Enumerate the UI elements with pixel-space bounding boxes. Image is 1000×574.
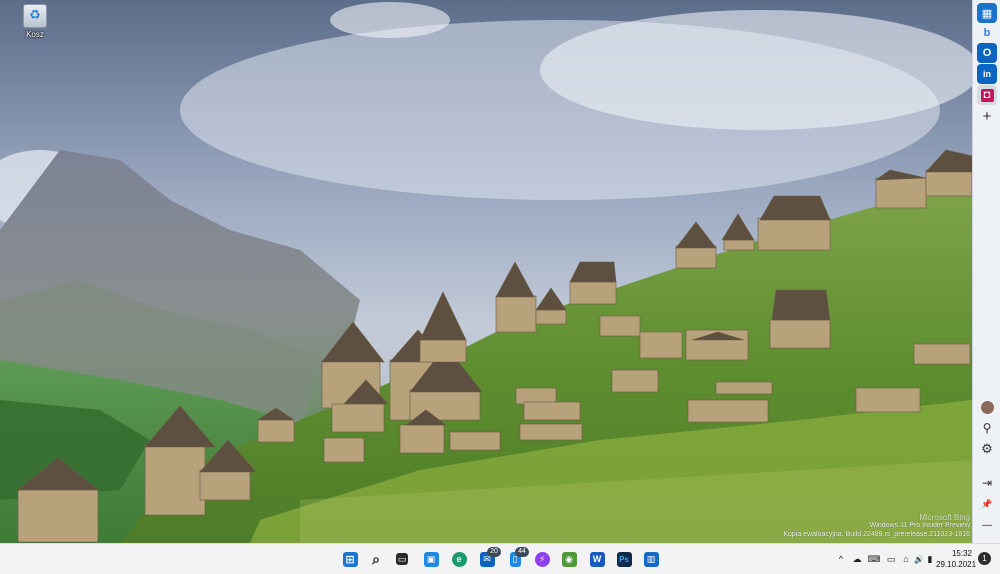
sidebar-add-icon[interactable]: + bbox=[977, 106, 997, 126]
clock-time: 15:32 bbox=[951, 549, 972, 558]
sidebar-linkedin-icon[interactable]: in bbox=[977, 64, 997, 84]
task-view-icon: ▭ bbox=[396, 553, 408, 565]
trello-icon: ▥ bbox=[643, 551, 659, 567]
edge-sidebar: ▦ b O in ◘ + ⚲ ⚙ ⇥ 📌 — bbox=[972, 0, 1000, 543]
taskbar-word-button[interactable]: W bbox=[587, 549, 607, 569]
mail-unread-badge: 20 bbox=[487, 547, 501, 557]
sidebar-pin-icon[interactable]: 📌 bbox=[977, 494, 997, 514]
taskbar-widgets-button[interactable]: ▣ bbox=[421, 549, 441, 569]
taskbar-start-button[interactable]: ⊞ bbox=[340, 549, 360, 569]
taskbar-messenger-button[interactable]: ⚡ bbox=[532, 549, 552, 569]
sidebar-avatar-icon[interactable] bbox=[977, 397, 997, 417]
recycle-bin-icon: ♻ bbox=[23, 4, 47, 28]
sidebar-outlook-icon[interactable]: O bbox=[977, 43, 997, 63]
tray-cloud-icon[interactable]: ☁ bbox=[850, 552, 864, 566]
sidebar-outlook-calendar-icon[interactable]: ▦ bbox=[977, 3, 997, 23]
sidebar-extensions-icon[interactable]: ⚲ bbox=[977, 418, 997, 438]
greenshot-icon: ◉ bbox=[561, 551, 577, 567]
sidebar-collapse-icon[interactable]: ⇥ bbox=[977, 473, 997, 493]
desktop-icon-recycle-bin[interactable]: ♻ Kosz bbox=[18, 4, 52, 39]
sidebar-app-icon[interactable]: ◘ bbox=[977, 85, 997, 105]
taskbar-trello-button[interactable]: ▥ bbox=[641, 549, 661, 569]
taskbar: ⊞ ⌕ ▭ ▣ e ✉ 20 ▯ 44 ⚡ ◉ W Ps ▥ ^ ☁ ⌨ ▭ ⌂… bbox=[0, 543, 1000, 574]
desktop-icon-label: Kosz bbox=[26, 30, 44, 39]
bing-logo-watermark: Microsoft Bing bbox=[919, 513, 970, 522]
sidebar-bing-icon[interactable]: b bbox=[977, 23, 997, 43]
desktop-wallpaper bbox=[0, 0, 1000, 543]
notification-count-badge[interactable]: 1 bbox=[978, 552, 991, 565]
wallpaper-landscape bbox=[0, 0, 1000, 543]
taskbar-search-button[interactable]: ⌕ bbox=[366, 549, 386, 569]
taskbar-edge-button[interactable]: e bbox=[449, 549, 469, 569]
taskbar-photoshop-button[interactable]: Ps bbox=[614, 549, 634, 569]
messenger-icon: ⚡ bbox=[534, 551, 550, 567]
watermark-edition: Windows 11 Pro Insider Preview bbox=[869, 522, 970, 529]
sidebar-settings-icon[interactable]: ⚙ bbox=[977, 439, 997, 459]
taskbar-mail-button[interactable]: ✉ 20 bbox=[477, 547, 501, 569]
taskbar-phone-button[interactable]: ▯ 44 bbox=[505, 547, 529, 569]
tray-keyboard-icon[interactable]: ⌨ bbox=[867, 552, 881, 566]
tray-monitor-icon[interactable]: ▭ bbox=[884, 552, 898, 566]
start-icon: ⊞ bbox=[342, 551, 358, 567]
sidebar-minimize-icon[interactable]: — bbox=[977, 515, 997, 535]
tray-volume-icon[interactable]: 🔊 bbox=[913, 552, 925, 566]
taskbar-greenshot-button[interactable]: ◉ bbox=[559, 549, 579, 569]
search-icon: ⌕ bbox=[372, 550, 380, 567]
taskbar-clock[interactable]: 15:32 29.10.2021 bbox=[936, 548, 977, 570]
photoshop-icon: Ps bbox=[616, 551, 632, 567]
tray-network-icon[interactable]: ⌂ bbox=[900, 552, 912, 566]
tray-battery-icon[interactable]: ▮ bbox=[925, 552, 935, 566]
clock-date: 29.10.2021 bbox=[936, 560, 977, 569]
phone-unread-badge: 44 bbox=[515, 547, 529, 557]
edge-icon: e bbox=[451, 551, 467, 567]
widgets-icon: ▣ bbox=[423, 551, 439, 567]
watermark-build: Kopia ewaluacyjna. Build 22489.rs_prerel… bbox=[783, 531, 970, 538]
windows-watermark: Microsoft Bing Windows 11 Pro Insider Pr… bbox=[783, 513, 970, 539]
word-icon: W bbox=[589, 551, 605, 567]
taskbar-task-view-button[interactable]: ▭ bbox=[392, 549, 412, 569]
tray-chevron-up-icon[interactable]: ^ bbox=[835, 552, 847, 566]
